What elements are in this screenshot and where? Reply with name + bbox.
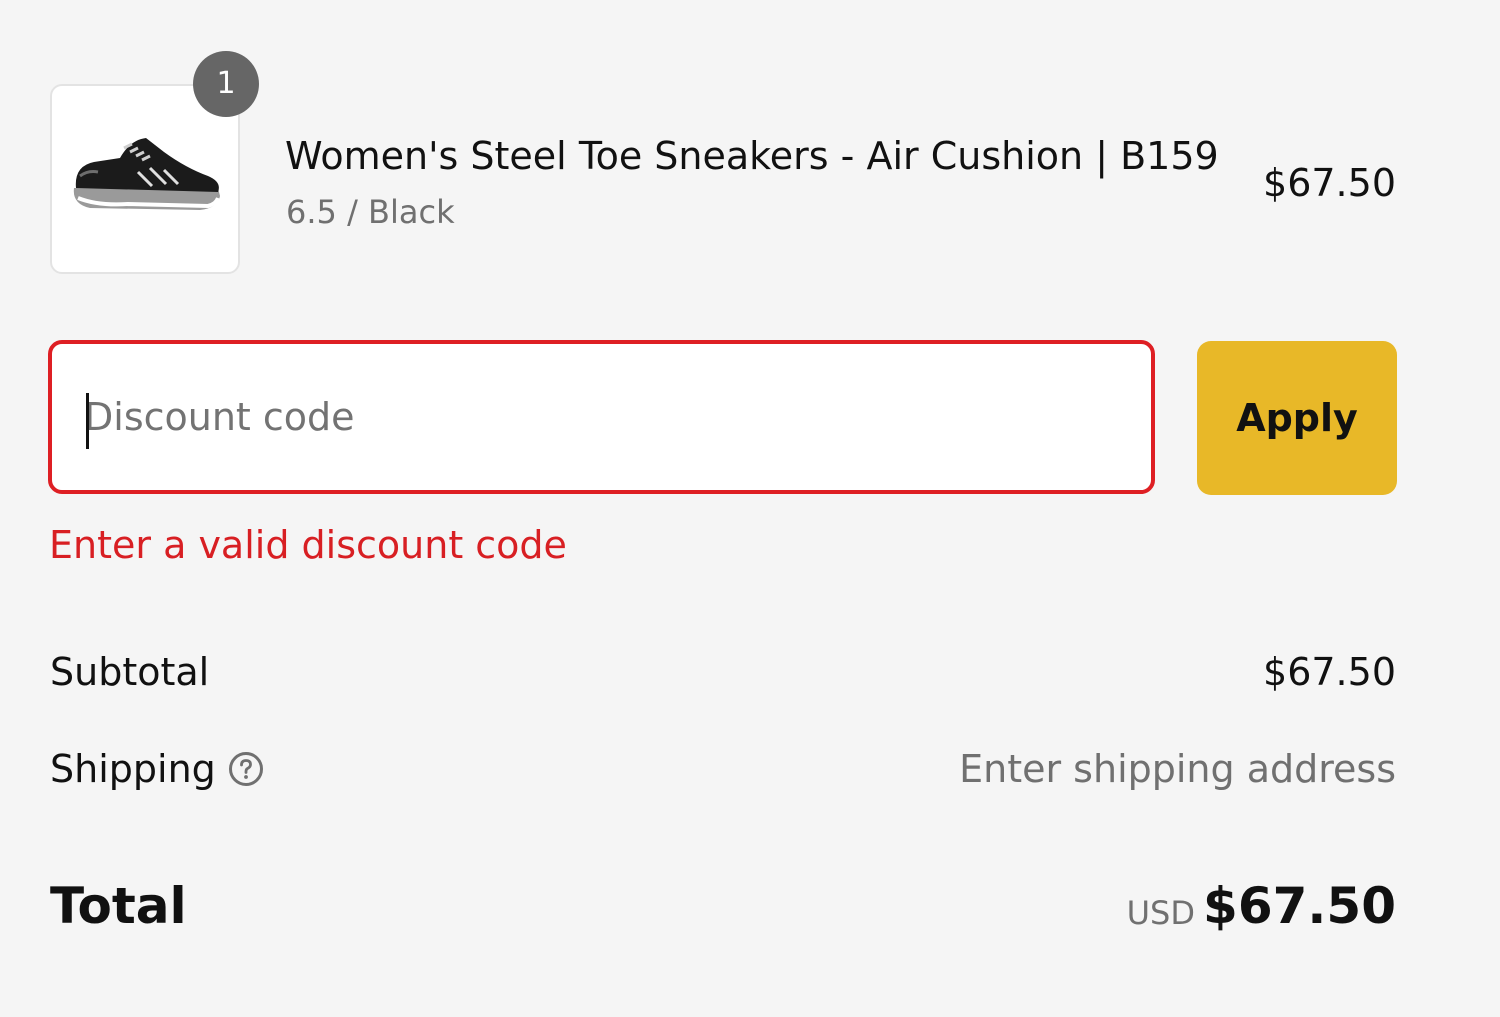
- total-label: Total: [50, 877, 187, 935]
- product-title: Women's Steel Toe Sneakers - Air Cushion…: [285, 134, 1219, 178]
- apply-discount-button[interactable]: Apply: [1197, 341, 1397, 495]
- discount-error-message: Enter a valid discount code: [49, 523, 567, 567]
- product-price: $67.50: [1263, 161, 1396, 205]
- question-circle-icon[interactable]: [228, 751, 264, 787]
- total-amount: $67.50: [1203, 877, 1396, 935]
- subtotal-value: $67.50: [1263, 650, 1396, 694]
- shipping-label: Shipping: [50, 747, 216, 791]
- text-cursor: [86, 393, 89, 449]
- product-variant: 6.5 / Black: [286, 193, 455, 231]
- discount-code-field: [48, 340, 1155, 494]
- sneaker-image: [73, 138, 220, 210]
- total-currency: USD: [1126, 894, 1195, 932]
- discount-code-input[interactable]: [84, 344, 1084, 490]
- shipping-value: Enter shipping address: [959, 747, 1396, 791]
- subtotal-label: Subtotal: [50, 650, 210, 694]
- quantity-badge: 1: [193, 51, 259, 117]
